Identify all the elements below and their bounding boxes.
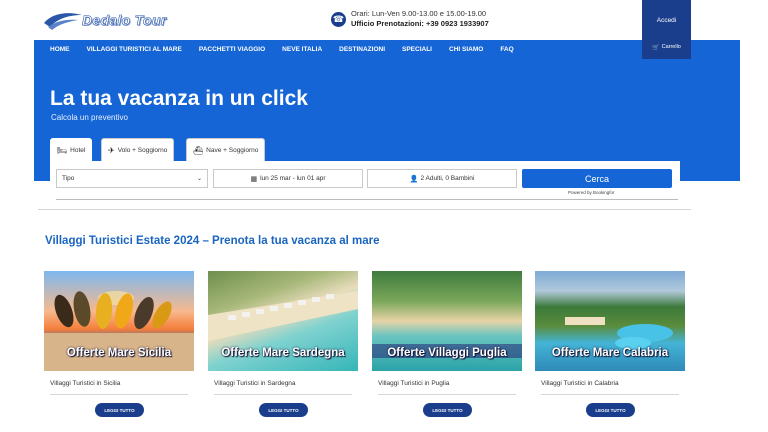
tab-hotel-label: Hotel [70, 147, 86, 154]
tab-hotel[interactable]: 🛏 Hotel [50, 138, 93, 162]
section-title: Villaggi Turistici Estate 2024 – Prenota… [45, 235, 380, 247]
read-more-button[interactable]: LEGGI TUTTO [95, 403, 144, 417]
nav-item-home[interactable]: HOME [50, 46, 70, 53]
card-caption: Villaggi Turistici in Puglia [378, 380, 450, 387]
section-divider [38, 209, 691, 210]
card-divider [50, 394, 188, 395]
booking-phone[interactable]: Ufficio Prenotazioni: +39 0923 1933907 [351, 19, 489, 29]
nav-item-neve[interactable]: NEVE ITALIA [282, 46, 322, 53]
card-image[interactable]: Offerte Mare Sardegna [208, 271, 358, 371]
guests-value: 2 Adulti, 0 Bambini [420, 175, 475, 182]
plane-icon: ✈ [108, 145, 115, 155]
nav-item-speciali[interactable]: SPECIALI [402, 46, 432, 53]
powered-by: Powered by Bookingfor [568, 190, 615, 195]
nav-item-faq[interactable]: FAQ [500, 46, 513, 53]
card-caption: Villaggi Turistici in Sicilia [50, 380, 121, 387]
cart-icon: 🛒 [652, 44, 660, 51]
card-calabria: Offerte Mare Calabria Villaggi Turistici… [535, 271, 685, 417]
date-range-value: lun 25 mar - lun 01 apr [260, 175, 326, 182]
card-sardegna: Offerte Mare Sardegna Villaggi Turistici… [208, 271, 358, 417]
hero-subtitle: Calcola un preventivo [51, 113, 128, 122]
card-puglia: Offerte Villaggi Puglia Villaggi Turisti… [372, 271, 522, 417]
logo-text: Dedalo Tour [82, 12, 167, 29]
site-logo[interactable]: Dedalo Tour [42, 8, 184, 32]
tab-nave-soggiorno[interactable]: ⛴ Nave + Soggiorno [186, 138, 266, 161]
card-caption: Villaggi Turistici in Calabria [541, 380, 619, 387]
user-icon: 👤 [409, 175, 419, 183]
nav-item-chi-siamo[interactable]: CHI SIAMO [449, 46, 483, 53]
nav-item-pacchetti[interactable]: PACCHETTI VIAGGIO [199, 46, 265, 53]
cart-label: Carrello [661, 44, 681, 50]
type-select[interactable]: Tipo ⌄ [56, 169, 208, 188]
contact-hours: ☎ Orari: Lun-Ven 9.00-13.00 e 15.00-19.0… [331, 9, 489, 29]
read-more-button[interactable]: LEGGI TUTTO [423, 403, 472, 417]
ship-icon: ⛴ [193, 145, 204, 155]
chevron-down-icon: ⌄ [196, 176, 202, 182]
type-select-label: Tipo [62, 175, 75, 182]
calendar-icon: ▦ [250, 175, 258, 183]
read-more-button[interactable]: LEGGI TUTTO [586, 403, 635, 417]
cart-link[interactable]: 🛒 Carrello [642, 40, 691, 54]
read-more-button[interactable]: LEGGI TUTTO [259, 403, 308, 417]
search-button[interactable]: Cerca [522, 169, 672, 188]
card-caption: Villaggi Turistici in Sardegna [214, 380, 296, 387]
card-overlay-title: Offerte Mare Calabria [551, 347, 669, 359]
card-sicilia: Offerte Mare Sicilia Villaggi Turistici … [44, 271, 194, 417]
card-image[interactable]: Offerte Mare Calabria [535, 271, 685, 371]
login-link[interactable]: Accedi [642, 0, 691, 40]
hero-title: La tua vacanza in un click [50, 87, 308, 110]
card-overlay-title: Offerte Villaggi Puglia [387, 347, 507, 359]
nav-item-villaggi[interactable]: VILLAGGI TURISTICI AL MARE [87, 46, 182, 53]
card-divider [541, 394, 679, 395]
card-divider [378, 394, 516, 395]
card-image[interactable]: Offerte Villaggi Puglia [372, 271, 522, 371]
main-nav: HOME VILLAGGI TURISTICI AL MARE PACCHETT… [34, 40, 740, 59]
opening-hours: Orari: Lun-Ven 9.00-13.00 e 15.00-19.00 [351, 9, 487, 18]
card-overlay-title: Offerte Mare Sardegna [221, 347, 345, 359]
guests-field[interactable]: 👤 2 Adulti, 0 Bambini [367, 169, 517, 188]
tab-volo-soggiorno[interactable]: ✈ Volo + Soggiorno [101, 138, 175, 161]
tab-volo-label: Volo + Soggiorno [117, 146, 168, 154]
search-divider [56, 199, 678, 200]
phone-icon: ☎ [331, 11, 346, 27]
page: Dedalo Tour ☎ Orari: Lun-Ven 9.00-13.00 … [0, 0, 768, 432]
card-image[interactable]: Offerte Mare Sicilia [44, 271, 194, 371]
bed-icon: 🛏 [57, 146, 68, 155]
card-divider [214, 394, 352, 395]
tab-nave-label: Nave + Soggiorno [206, 146, 259, 154]
nav-item-destinazioni[interactable]: DESTINAZIONI [339, 46, 385, 53]
card-overlay-title: Offerte Mare Sicilia [66, 347, 172, 359]
date-range-field[interactable]: ▦ lun 25 mar - lun 01 apr [213, 169, 363, 188]
logo-swoosh-icon [44, 13, 82, 30]
